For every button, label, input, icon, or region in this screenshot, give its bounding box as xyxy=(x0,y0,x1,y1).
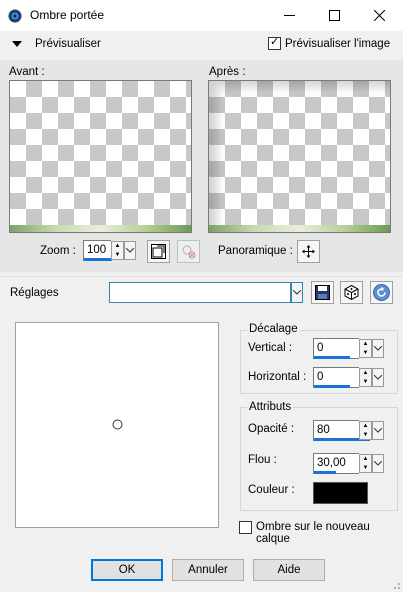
settings-dropdown[interactable] xyxy=(291,282,303,303)
zoom-bar xyxy=(84,258,112,261)
minimize-icon xyxy=(283,15,295,16)
blur-spinner[interactable]: ▲ ▼ xyxy=(359,454,372,473)
reset-icon xyxy=(373,284,390,301)
pan-label: Panoramique : xyxy=(218,245,293,257)
before-label: Avant : xyxy=(9,66,45,78)
settings-combobox[interactable] xyxy=(109,282,291,303)
save-preset-button[interactable] xyxy=(311,281,334,304)
maximize-button[interactable] xyxy=(312,0,356,31)
blur-bar xyxy=(314,471,336,474)
chevron-down-icon xyxy=(374,461,382,466)
zoom-fit-button[interactable] xyxy=(147,240,170,263)
collapse-preview-icon[interactable] xyxy=(12,41,22,47)
blur-label: Flou : xyxy=(248,454,277,466)
divider xyxy=(0,276,403,277)
move-cross-icon xyxy=(302,245,315,258)
shadow-new-layer-checkbox[interactable] xyxy=(239,521,252,534)
preview-image-label: Prévisualiser l'image xyxy=(285,38,391,50)
opacity-dropdown[interactable] xyxy=(372,421,384,440)
dice-icon xyxy=(344,285,359,300)
shadow-new-layer-label: Ombre sur le nouveau calque xyxy=(256,521,370,545)
attributes-group-title: Attributs xyxy=(247,401,294,413)
save-icon xyxy=(315,285,330,300)
zoom-disabled-button[interactable] xyxy=(177,240,200,263)
up-arrow-icon: ▲ xyxy=(362,370,369,377)
blur-dropdown[interactable] xyxy=(372,454,384,473)
after-preview[interactable] xyxy=(208,80,391,233)
horizontal-spinner[interactable]: ▲ ▼ xyxy=(359,368,372,387)
color-swatch[interactable] xyxy=(313,482,368,504)
up-arrow-icon: ▲ xyxy=(362,341,369,348)
app-icon xyxy=(8,9,22,23)
chevron-down-icon xyxy=(374,375,382,380)
down-arrow-icon: ▼ xyxy=(114,251,121,258)
no-zoom-icon xyxy=(182,245,196,259)
after-image-strip xyxy=(209,225,390,232)
settings-label: Réglages xyxy=(10,287,59,299)
vertical-dropdown[interactable] xyxy=(372,339,384,358)
down-arrow-icon: ▼ xyxy=(362,464,369,471)
zoom-spinner[interactable]: ▲ ▼ xyxy=(111,241,124,260)
help-button[interactable]: Aide xyxy=(253,559,325,581)
down-arrow-icon: ▼ xyxy=(362,378,369,385)
chevron-down-icon xyxy=(374,428,382,433)
ok-button[interactable]: OK xyxy=(91,559,163,581)
horizontal-label: Horizontal : xyxy=(248,371,307,383)
chevron-down-icon xyxy=(374,346,382,351)
close-button[interactable] xyxy=(357,0,401,31)
vertical-label: Vertical : xyxy=(248,342,293,354)
horizontal-dropdown[interactable] xyxy=(372,368,384,387)
preview-section-label: Prévisualiser xyxy=(35,38,101,50)
zoom-to-fit-icon xyxy=(151,244,166,259)
up-arrow-icon: ▲ xyxy=(362,456,369,463)
preview-image-checkbox[interactable]: ✓ xyxy=(268,36,281,50)
zoom-dropdown[interactable] xyxy=(124,241,136,260)
down-arrow-icon: ▼ xyxy=(362,349,369,356)
horizontal-bar xyxy=(314,385,350,388)
vertical-spinner[interactable]: ▲ ▼ xyxy=(359,339,372,358)
close-icon xyxy=(373,10,385,21)
direction-handle-icon[interactable] xyxy=(112,419,123,430)
before-image-strip xyxy=(10,225,191,232)
shadow-direction-canvas[interactable] xyxy=(15,322,219,528)
resize-grip-icon[interactable] xyxy=(391,580,401,590)
before-preview[interactable] xyxy=(9,80,192,233)
minimize-button[interactable] xyxy=(267,0,311,31)
up-arrow-icon: ▲ xyxy=(362,423,369,430)
window-title: Ombre portée xyxy=(30,8,105,22)
opacity-spinner[interactable]: ▲ ▼ xyxy=(359,421,372,440)
up-arrow-icon: ▲ xyxy=(114,243,121,250)
pan-button[interactable] xyxy=(297,240,320,263)
zoom-label: Zoom : xyxy=(40,245,76,257)
after-label: Après : xyxy=(209,66,246,78)
color-label: Couleur : xyxy=(248,484,295,496)
random-button[interactable] xyxy=(340,281,363,304)
maximize-icon xyxy=(328,10,340,21)
reset-button[interactable] xyxy=(370,281,393,304)
checkmark-icon: ✓ xyxy=(270,36,280,48)
vertical-bar xyxy=(314,356,350,359)
opacity-label: Opacité : xyxy=(248,423,295,435)
offset-group-title: Décalage xyxy=(247,323,300,335)
cancel-button[interactable]: Annuler xyxy=(172,559,244,581)
chevron-down-icon xyxy=(293,290,301,295)
down-arrow-icon: ▼ xyxy=(362,431,369,438)
chevron-down-icon xyxy=(126,248,134,253)
